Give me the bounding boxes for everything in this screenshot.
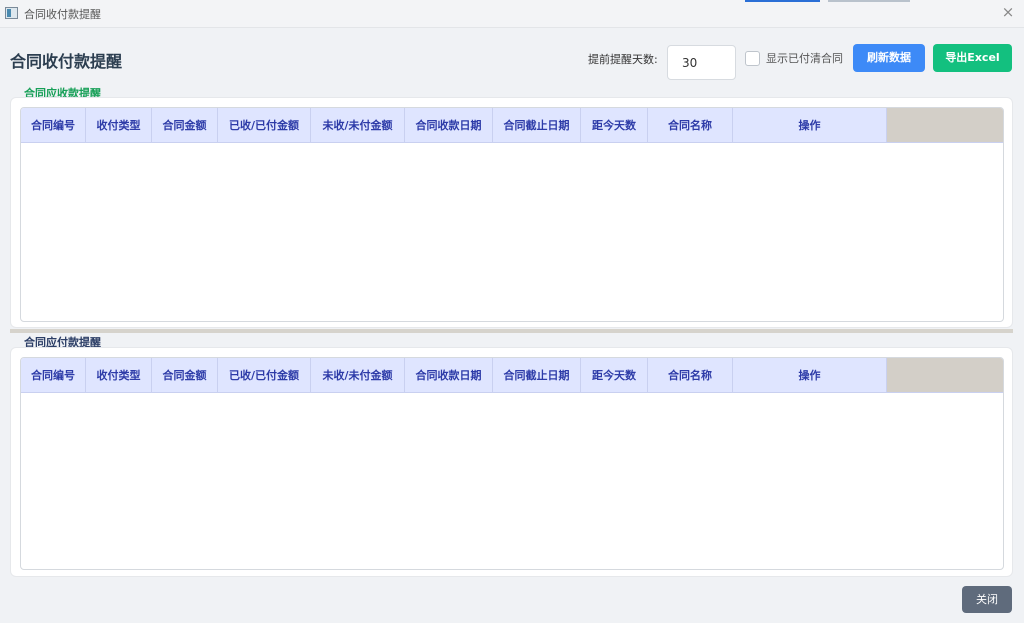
col-header-type[interactable]: 收付类型 xyxy=(86,358,152,393)
grid-header-filler xyxy=(887,358,1003,392)
col-header-amount[interactable]: 合同金额 xyxy=(152,108,218,143)
payable-grid[interactable]: 合同编号 收付类型 合同金额 已收/已付金额 未收/未付金额 合同收款日期 合同… xyxy=(20,357,1004,570)
col-header-amount[interactable]: 合同金额 xyxy=(152,358,218,393)
window-titlebar: 合同收付款提醒 × xyxy=(0,0,1024,28)
col-header-type[interactable]: 收付类型 xyxy=(86,108,152,143)
show-paid-label: 显示已付清合同 xyxy=(766,52,843,65)
col-header-paid-amount[interactable]: 已收/已付金额 xyxy=(218,358,311,393)
col-header-contract-no[interactable]: 合同编号 xyxy=(21,358,86,393)
col-header-paid-amount[interactable]: 已收/已付金额 xyxy=(218,108,311,143)
receivable-grid[interactable]: 合同编号 收付类型 合同金额 已收/已付金额 未收/未付金额 合同收款日期 合同… xyxy=(20,107,1004,322)
col-header-days-left[interactable]: 距今天数 xyxy=(581,108,648,143)
section-splitter[interactable] xyxy=(10,329,1013,333)
receivable-grid-header: 合同编号 收付类型 合同金额 已收/已付金额 未收/未付金额 合同收款日期 合同… xyxy=(21,108,1003,143)
checkbox-box[interactable] xyxy=(745,50,760,66)
payable-panel: 合同编号 收付类型 合同金额 已收/已付金额 未收/未付金额 合同收款日期 合同… xyxy=(10,347,1013,577)
col-header-actions[interactable]: 操作 xyxy=(733,108,887,143)
col-header-end-date[interactable]: 合同截止日期 xyxy=(493,108,581,143)
app-window-icon xyxy=(5,7,18,19)
col-header-actions[interactable]: 操作 xyxy=(733,358,887,393)
titlebar-accent xyxy=(828,0,910,2)
receivable-panel: 合同编号 收付类型 合同金额 已收/已付金额 未收/未付金额 合同收款日期 合同… xyxy=(10,97,1013,328)
col-header-contract-name[interactable]: 合同名称 xyxy=(648,108,733,143)
col-header-receive-date[interactable]: 合同收款日期 xyxy=(405,108,493,143)
grid-header-filler xyxy=(887,108,1003,142)
refresh-button[interactable]: 刷新数据 xyxy=(853,44,925,72)
col-header-days-left[interactable]: 距今天数 xyxy=(581,358,648,393)
close-button[interactable]: 关闭 xyxy=(962,586,1012,613)
show-paid-checkbox[interactable]: 显示已付清合同 xyxy=(745,50,843,66)
titlebar-accent xyxy=(745,0,820,2)
days-label: 提前提醒天数: xyxy=(588,53,658,66)
payable-grid-header: 合同编号 收付类型 合同金额 已收/已付金额 未收/未付金额 合同收款日期 合同… xyxy=(21,358,1003,393)
col-header-unpaid-amount[interactable]: 未收/未付金额 xyxy=(311,358,405,393)
col-header-unpaid-amount[interactable]: 未收/未付金额 xyxy=(311,108,405,143)
window-title: 合同收付款提醒 xyxy=(24,8,101,21)
col-header-end-date[interactable]: 合同截止日期 xyxy=(493,358,581,393)
window-close-icon[interactable]: × xyxy=(1000,4,1016,20)
reminder-days-input[interactable] xyxy=(667,45,736,80)
export-excel-button[interactable]: 导出Excel xyxy=(933,44,1012,72)
col-header-receive-date[interactable]: 合同收款日期 xyxy=(405,358,493,393)
col-header-contract-no[interactable]: 合同编号 xyxy=(21,108,86,143)
col-header-contract-name[interactable]: 合同名称 xyxy=(648,358,733,393)
page-title: 合同收付款提醒 xyxy=(10,52,123,71)
